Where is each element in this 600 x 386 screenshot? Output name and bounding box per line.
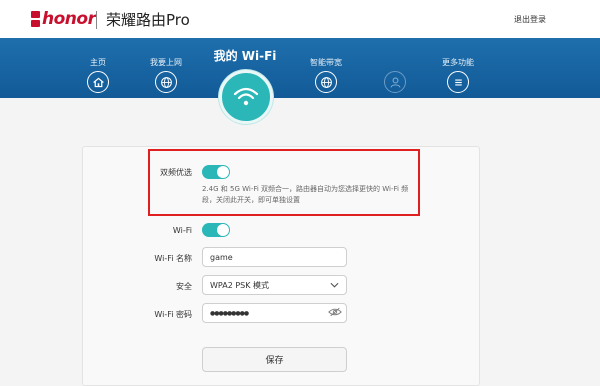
save-button[interactable]: 保存 bbox=[202, 347, 347, 372]
brand-name: honor bbox=[42, 9, 96, 29]
nav-item-more[interactable]: 更多功能 bbox=[428, 58, 488, 93]
wifi-icon bbox=[233, 87, 259, 106]
menu-icon bbox=[447, 71, 469, 93]
nav-item-internet[interactable]: 我要上网 bbox=[136, 58, 196, 93]
dual-band-label: 双频优选 bbox=[160, 168, 192, 177]
nav-item-label: 主页 bbox=[90, 58, 106, 67]
wifi-password-label: Wi-Fi 密码 bbox=[154, 310, 192, 319]
wifi-name-label: Wi-Fi 名称 bbox=[154, 254, 192, 263]
page-title: 荣耀路由Pro bbox=[106, 11, 190, 29]
nav-item-home[interactable]: 主页 bbox=[68, 58, 128, 93]
nav-item-bandwidth[interactable]: 智能带宽 bbox=[296, 58, 356, 93]
security-select-value: WPA2 PSK 模式 bbox=[210, 280, 270, 290]
wifi-password-input[interactable]: ●●●●●●●●● bbox=[202, 303, 347, 323]
nav-item-label: 更多功能 bbox=[442, 58, 474, 67]
dual-band-description: 2.4G 和 5G Wi-Fi 双频合一，路由器自动为您选择更快的 Wi-Fi … bbox=[202, 185, 409, 204]
nav-item-label: 智能带宽 bbox=[310, 58, 342, 67]
user-icon bbox=[384, 71, 406, 93]
wifi-label: Wi-Fi bbox=[172, 226, 192, 235]
dual-band-toggle[interactable] bbox=[202, 165, 230, 179]
nav-item-user[interactable] bbox=[365, 58, 425, 93]
header-divider bbox=[96, 11, 97, 29]
nav-item-my-wifi[interactable] bbox=[219, 70, 273, 124]
main-nav: 主页 我要上网 智能带宽 更多功能 bbox=[0, 38, 600, 98]
nav-item-label: 我要上网 bbox=[150, 58, 182, 67]
globe-icon bbox=[315, 71, 337, 93]
nav-item-my-wifi-label: 我的 Wi-Fi bbox=[213, 49, 277, 63]
chevron-down-icon bbox=[330, 282, 339, 288]
honor-logo-mark bbox=[31, 11, 40, 27]
top-header: honor 荣耀路由Pro 退出登录 bbox=[0, 0, 600, 38]
home-icon bbox=[87, 71, 109, 93]
security-label: 安全 bbox=[176, 282, 192, 291]
globe-icon bbox=[155, 71, 177, 93]
logout-link[interactable]: 退出登录 bbox=[514, 14, 546, 25]
wifi-toggle[interactable] bbox=[202, 223, 230, 237]
honor-logo: honor bbox=[31, 9, 96, 29]
nav-item-label bbox=[365, 58, 425, 68]
eye-hidden-icon[interactable] bbox=[328, 307, 342, 317]
wifi-password-value: ●●●●●●●●● bbox=[210, 309, 249, 317]
security-select[interactable]: WPA2 PSK 模式 bbox=[202, 275, 347, 295]
wifi-name-input[interactable] bbox=[202, 247, 347, 267]
